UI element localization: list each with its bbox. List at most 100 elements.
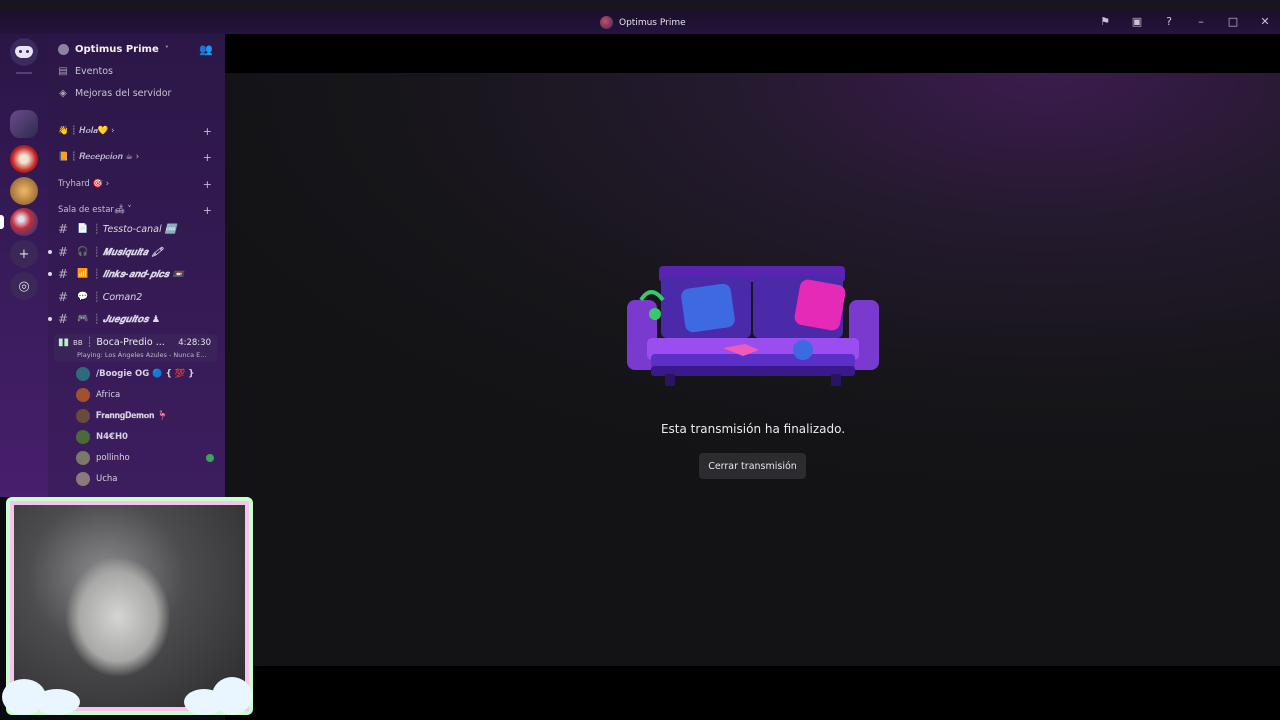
server-boosts-item[interactable]: ◈ Mejoras del servidor (56, 84, 221, 102)
avatar (76, 430, 90, 444)
add-server-icon[interactable]: + (10, 240, 38, 268)
help-icon[interactable]: ? (1162, 14, 1176, 28)
stream-ended-message: Esta transmisión ha finalizado. (660, 422, 846, 436)
chevron-down-icon: ˅ (164, 44, 169, 54)
flag-icon[interactable]: ⚑ (1098, 14, 1112, 28)
minimize-icon[interactable]: – (1194, 14, 1208, 28)
voice-user[interactable]: Ucha (76, 470, 216, 488)
server-3[interactable] (10, 177, 38, 205)
channel-name: 𝒍𝒊𝒏𝒌𝒔-𝒂𝒏𝒅-𝒑𝒊𝒄𝒔 📼 (102, 268, 185, 280)
category-label: 𝑯𝒐𝒍𝒂💛 (79, 126, 109, 136)
user-name: Ucha (96, 474, 118, 484)
maximize-icon[interactable]: □ (1226, 14, 1240, 28)
voice-user[interactable]: N4€H0 (76, 428, 216, 446)
voice-user[interactable]: Africa (76, 386, 216, 404)
voice-channel-name: Boca-Predio ... (96, 337, 165, 348)
avatar (76, 409, 90, 423)
user-name: Africa (96, 390, 121, 400)
close-stream-button[interactable]: Cerrar transmisión (699, 453, 806, 479)
avatar (76, 388, 90, 402)
voice-channel-boca-predio[interactable]: ▮▮ BB ┊ Boca-Predio ... 4:28:30 Playing:… (54, 334, 217, 362)
category-sala-de-estar[interactable]: Sala de estar🛋 ˅ + (58, 203, 218, 217)
webcam-feed (14, 505, 245, 707)
live-icon (206, 454, 214, 462)
unread-indicator (48, 272, 52, 276)
stream-top-bar (225, 34, 1280, 73)
channel-name: Coman2 (102, 291, 143, 303)
hash-icon: # (58, 312, 69, 326)
couch-illustration (627, 266, 879, 386)
category-label: 𝑹𝒆𝒄𝒆𝒑𝒄𝒊𝒐𝒏 ☕ (79, 152, 134, 162)
server-icon (58, 43, 69, 55)
channel-tessto-canal[interactable]: # 📄 ┊ Tessto-canal 🆒 (58, 220, 218, 238)
hash-icon: # (58, 245, 69, 259)
boost-icon: ◈ (59, 87, 67, 99)
events-label: Eventos (75, 65, 113, 77)
add-channel-icon[interactable]: + (203, 125, 212, 138)
voice-badge: BB (73, 338, 83, 347)
avatar (76, 472, 90, 486)
unread-indicator (48, 250, 52, 254)
calendar-icon: ▤ (58, 65, 68, 77)
category-recepcion[interactable]: 📙 ┊ 𝑹𝒆𝒄𝒆𝒑𝒄𝒊𝒐𝒏 ☕ › + (58, 150, 218, 164)
add-member-icon[interactable]: 👥 (199, 43, 213, 56)
server-1[interactable] (10, 110, 38, 138)
voice-user[interactable]: /Boogie OG 🔵 { 💯 } (76, 365, 216, 383)
avatar (76, 367, 90, 381)
channel-musiquita[interactable]: # 🎧 ┊ 𝑴𝒖𝒔𝒊𝒒𝒖𝒊𝒕𝒂 🖍 (48, 243, 218, 261)
channel-coman2[interactable]: # 💬 ┊ Coman2 (58, 288, 218, 306)
channel-emoji: 🎧 (77, 247, 89, 257)
voice-activity: Playing: Los Ángeles Azules - Nunca E... (77, 351, 207, 359)
webcam-person (28, 517, 178, 707)
user-name: pollinho (96, 453, 130, 463)
voice-channel-title: ▮▮ BB ┊ Boca-Predio ... (58, 337, 165, 348)
server-2[interactable] (10, 145, 38, 173)
discord-logo-icon (15, 46, 33, 58)
category-prefix: 📙 ┊ (58, 152, 77, 162)
channel-emoji: 📶 (77, 269, 89, 279)
window-controls: ⚑ ▣ ? – □ ✕ (1098, 14, 1272, 28)
stream-bottom-bar (225, 666, 1280, 720)
channel-jueguitos[interactable]: # 🎮 ┊ 𝑱𝒖𝒆𝒈𝒖𝒊𝒕𝒐𝒔 ♟ (48, 310, 218, 328)
stream-view: Esta transmisión ha finalizado. Cerrar t… (225, 34, 1280, 720)
server-name: Optimus Prime (75, 43, 159, 55)
webcam-overlay (2, 497, 253, 715)
voice-user[interactable]: 𝐅𝐫𝐚𝐧𝐧𝐠𝐃𝐞𝐦𝐨𝐧 🦩 (76, 407, 216, 425)
window-title: Optimus Prime (600, 16, 686, 29)
selected-server-pill (0, 215, 4, 229)
window-title-text: Optimus Prime (619, 17, 686, 28)
cloud-decoration (34, 689, 80, 715)
hash-icon: # (58, 290, 69, 304)
events-item[interactable]: ▤ Eventos (56, 62, 221, 80)
unread-indicator (48, 317, 52, 321)
server-rail: + ◎ (0, 34, 48, 497)
avatar (76, 451, 90, 465)
hash-icon: # (58, 267, 69, 281)
add-channel-icon[interactable]: + (203, 204, 212, 217)
category-prefix: 👋 ┊ (58, 126, 77, 136)
voice-user[interactable]: pollinho (76, 449, 216, 467)
top-strip (0, 0, 1280, 12)
user-name: N4€H0 (96, 432, 128, 442)
channel-links-and-pics[interactable]: # 📶 ┊ 𝒍𝒊𝒏𝒌𝒔-𝒂𝒏𝒅-𝒑𝒊𝒄𝒔 📼 (48, 265, 218, 283)
add-channel-icon[interactable]: + (203, 178, 212, 191)
channel-name: 𝑴𝒖𝒔𝒊𝒒𝒖𝒊𝒕𝒂 🖍 (102, 246, 164, 258)
server-boosts-label: Mejoras del servidor (75, 87, 172, 99)
close-icon[interactable]: ✕ (1258, 14, 1272, 28)
voice-icon: ▮▮ (58, 337, 70, 348)
channel-emoji: 📄 (77, 224, 89, 234)
category-hola[interactable]: 👋 ┊ 𝑯𝒐𝒍𝒂💛 › + (58, 124, 218, 138)
cloud-decoration (212, 677, 252, 715)
server-optimus-prime[interactable] (10, 208, 38, 236)
channel-name: 𝑱𝒖𝒆𝒈𝒖𝒊𝒕𝒐𝒔 ♟ (102, 313, 161, 325)
category-label: Tryhard 🎯 (58, 179, 104, 189)
channel-sidebar: Optimus Prime ˅ 👥 ▤ Eventos ◈ Mejoras de… (48, 34, 225, 497)
hash-icon: # (58, 222, 69, 236)
category-tryhard[interactable]: Tryhard 🎯 › + (58, 177, 218, 191)
inbox-icon[interactable]: ▣ (1130, 14, 1144, 28)
explore-icon[interactable]: ◎ (10, 272, 38, 300)
category-label: Sala de estar🛋 (58, 205, 125, 215)
channel-emoji: 🎮 (77, 314, 89, 324)
home-icon[interactable] (10, 38, 38, 66)
add-channel-icon[interactable]: + (203, 151, 212, 164)
